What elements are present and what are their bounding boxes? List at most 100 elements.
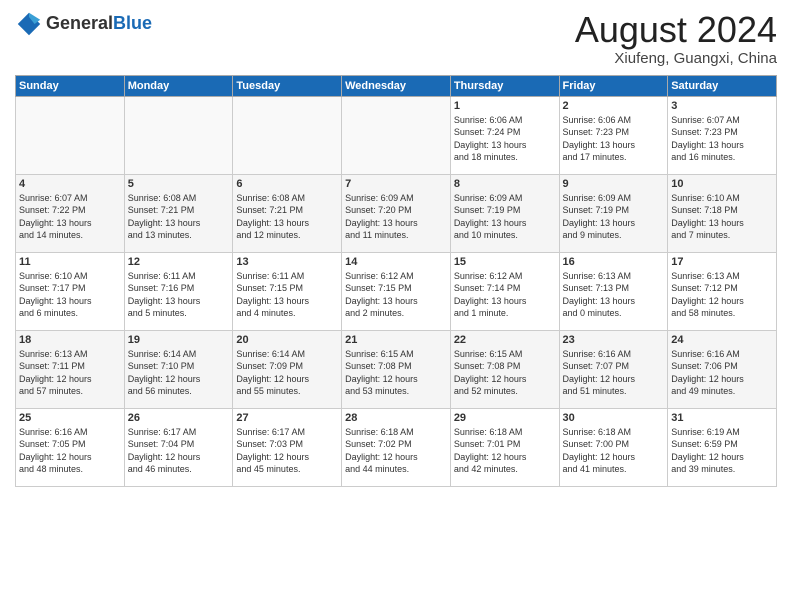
day-cell: 30 Sunrise: 6:18 AM Sunset: 7:00 PM Dayli… xyxy=(559,408,668,486)
day-info: Sunrise: 6:14 AM Sunset: 7:10 PM Dayligh… xyxy=(128,348,230,398)
header-day: Saturday xyxy=(668,75,777,96)
day-info: Sunrise: 6:19 AM Sunset: 6:59 PM Dayligh… xyxy=(671,426,773,476)
day-info: Sunrise: 6:06 AM Sunset: 7:23 PM Dayligh… xyxy=(563,114,665,164)
day-number: 7 xyxy=(345,178,447,190)
day-cell xyxy=(233,96,342,174)
calendar-table: SundayMondayTuesdayWednesdayThursdayFrid… xyxy=(15,75,777,487)
day-cell: 28Sunrise: 6:18 AM Sunset: 7:02 PM Dayli… xyxy=(342,408,451,486)
day-cell: 14 Sunrise: 6:12 AM Sunset: 7:15 PM Dayli… xyxy=(342,252,451,330)
day-cell: 5Sunrise: 6:08 AM Sunset: 7:21 PM Daylig… xyxy=(124,174,233,252)
day-cell: 8 Sunrise: 6:09 AM Sunset: 7:19 PM Daylig… xyxy=(450,174,559,252)
day-cell: 17Sunrise: 6:13 AM Sunset: 7:12 PM Dayli… xyxy=(668,252,777,330)
day-info: Sunrise: 6:13 AM Sunset: 7:11 PM Dayligh… xyxy=(19,348,121,398)
day-cell: 2Sunrise: 6:06 AM Sunset: 7:23 PM Daylig… xyxy=(559,96,668,174)
day-cell: 10 Sunrise: 6:10 AM Sunset: 7:18 PM Dayli… xyxy=(668,174,777,252)
day-cell: 11Sunrise: 6:10 AM Sunset: 7:17 PM Dayli… xyxy=(16,252,125,330)
week-row: 25 Sunrise: 6:16 AM Sunset: 7:05 PM Dayli… xyxy=(16,408,777,486)
day-number: 21 xyxy=(345,334,447,346)
day-cell xyxy=(124,96,233,174)
day-info: Sunrise: 6:14 AM Sunset: 7:09 PM Dayligh… xyxy=(236,348,338,398)
week-row: 11Sunrise: 6:10 AM Sunset: 7:17 PM Dayli… xyxy=(16,252,777,330)
day-cell xyxy=(16,96,125,174)
week-row: 4 Sunrise: 6:07 AM Sunset: 7:22 PM Daylig… xyxy=(16,174,777,252)
day-number: 13 xyxy=(236,256,338,268)
day-cell: 3 Sunrise: 6:07 AM Sunset: 7:23 PM Daylig… xyxy=(668,96,777,174)
day-info: Sunrise: 6:10 AM Sunset: 7:18 PM Dayligh… xyxy=(671,192,773,242)
location-text: Xiufeng, Guangxi, China xyxy=(575,50,777,67)
day-number: 26 xyxy=(128,412,230,424)
day-cell: 4 Sunrise: 6:07 AM Sunset: 7:22 PM Daylig… xyxy=(16,174,125,252)
day-info: Sunrise: 6:18 AM Sunset: 7:01 PM Dayligh… xyxy=(454,426,556,476)
week-row: 18 Sunrise: 6:13 AM Sunset: 7:11 PM Dayli… xyxy=(16,330,777,408)
day-number: 28 xyxy=(345,412,447,424)
day-number: 6 xyxy=(236,178,338,190)
day-info: Sunrise: 6:16 AM Sunset: 7:07 PM Dayligh… xyxy=(563,348,665,398)
day-info: Sunrise: 6:09 AM Sunset: 7:19 PM Dayligh… xyxy=(454,192,556,242)
title-block: August 2024 Xiufeng, Guangxi, China xyxy=(575,10,777,67)
day-number: 4 xyxy=(19,178,121,190)
day-number: 22 xyxy=(454,334,556,346)
day-info: Sunrise: 6:16 AM Sunset: 7:05 PM Dayligh… xyxy=(19,426,121,476)
day-number: 25 xyxy=(19,412,121,424)
day-info: Sunrise: 6:15 AM Sunset: 7:08 PM Dayligh… xyxy=(345,348,447,398)
day-info: Sunrise: 6:18 AM Sunset: 7:00 PM Dayligh… xyxy=(563,426,665,476)
day-info: Sunrise: 6:11 AM Sunset: 7:16 PM Dayligh… xyxy=(128,270,230,320)
day-cell: 18 Sunrise: 6:13 AM Sunset: 7:11 PM Dayli… xyxy=(16,330,125,408)
day-number: 20 xyxy=(236,334,338,346)
day-number: 15 xyxy=(454,256,556,268)
day-info: Sunrise: 6:07 AM Sunset: 7:22 PM Dayligh… xyxy=(19,192,121,242)
calendar-container: GeneralBlue August 2024 Xiufeng, Guangxi… xyxy=(0,0,792,492)
day-info: Sunrise: 6:17 AM Sunset: 7:04 PM Dayligh… xyxy=(128,426,230,476)
day-cell: 9Sunrise: 6:09 AM Sunset: 7:19 PM Daylig… xyxy=(559,174,668,252)
day-cell: 13Sunrise: 6:11 AM Sunset: 7:15 PM Dayli… xyxy=(233,252,342,330)
day-number: 8 xyxy=(454,178,556,190)
day-number: 3 xyxy=(671,100,773,112)
day-info: Sunrise: 6:08 AM Sunset: 7:21 PM Dayligh… xyxy=(236,192,338,242)
day-info: Sunrise: 6:06 AM Sunset: 7:24 PM Dayligh… xyxy=(454,114,556,164)
day-number: 14 xyxy=(345,256,447,268)
day-cell: 6 Sunrise: 6:08 AM Sunset: 7:21 PM Daylig… xyxy=(233,174,342,252)
header-day: Wednesday xyxy=(342,75,451,96)
day-number: 27 xyxy=(236,412,338,424)
day-info: Sunrise: 6:12 AM Sunset: 7:14 PM Dayligh… xyxy=(454,270,556,320)
day-number: 30 xyxy=(563,412,665,424)
header-row: SundayMondayTuesdayWednesdayThursdayFrid… xyxy=(16,75,777,96)
day-cell: 20 Sunrise: 6:14 AM Sunset: 7:09 PM Dayli… xyxy=(233,330,342,408)
day-number: 24 xyxy=(671,334,773,346)
logo-icon xyxy=(15,10,43,38)
day-info: Sunrise: 6:10 AM Sunset: 7:17 PM Dayligh… xyxy=(19,270,121,320)
day-cell xyxy=(342,96,451,174)
day-info: Sunrise: 6:08 AM Sunset: 7:21 PM Dayligh… xyxy=(128,192,230,242)
day-number: 23 xyxy=(563,334,665,346)
day-info: Sunrise: 6:09 AM Sunset: 7:19 PM Dayligh… xyxy=(563,192,665,242)
logo-general-text: General xyxy=(46,13,113,33)
day-cell: 22Sunrise: 6:15 AM Sunset: 7:08 PM Dayli… xyxy=(450,330,559,408)
day-cell: 12Sunrise: 6:11 AM Sunset: 7:16 PM Dayli… xyxy=(124,252,233,330)
day-info: Sunrise: 6:13 AM Sunset: 7:13 PM Dayligh… xyxy=(563,270,665,320)
logo: GeneralBlue xyxy=(15,10,152,38)
header-day: Friday xyxy=(559,75,668,96)
header-day: Tuesday xyxy=(233,75,342,96)
header-day: Sunday xyxy=(16,75,125,96)
day-cell: 27 Sunrise: 6:17 AM Sunset: 7:03 PM Dayli… xyxy=(233,408,342,486)
day-cell: 29Sunrise: 6:18 AM Sunset: 7:01 PM Dayli… xyxy=(450,408,559,486)
day-cell: 23 Sunrise: 6:16 AM Sunset: 7:07 PM Dayli… xyxy=(559,330,668,408)
day-number: 18 xyxy=(19,334,121,346)
day-cell: 16 Sunrise: 6:13 AM Sunset: 7:13 PM Dayli… xyxy=(559,252,668,330)
day-number: 10 xyxy=(671,178,773,190)
day-cell: 24Sunrise: 6:16 AM Sunset: 7:06 PM Dayli… xyxy=(668,330,777,408)
day-info: Sunrise: 6:17 AM Sunset: 7:03 PM Dayligh… xyxy=(236,426,338,476)
header-day: Thursday xyxy=(450,75,559,96)
day-number: 1 xyxy=(454,100,556,112)
day-info: Sunrise: 6:12 AM Sunset: 7:15 PM Dayligh… xyxy=(345,270,447,320)
calendar-header: GeneralBlue August 2024 Xiufeng, Guangxi… xyxy=(15,10,777,67)
day-info: Sunrise: 6:07 AM Sunset: 7:23 PM Dayligh… xyxy=(671,114,773,164)
header-day: Monday xyxy=(124,75,233,96)
day-number: 16 xyxy=(563,256,665,268)
day-cell: 21 Sunrise: 6:15 AM Sunset: 7:08 PM Dayli… xyxy=(342,330,451,408)
day-info: Sunrise: 6:13 AM Sunset: 7:12 PM Dayligh… xyxy=(671,270,773,320)
day-cell: 15 Sunrise: 6:12 AM Sunset: 7:14 PM Dayli… xyxy=(450,252,559,330)
day-cell: 25 Sunrise: 6:16 AM Sunset: 7:05 PM Dayli… xyxy=(16,408,125,486)
day-cell: 7Sunrise: 6:09 AM Sunset: 7:20 PM Daylig… xyxy=(342,174,451,252)
day-cell: 31Sunrise: 6:19 AM Sunset: 6:59 PM Dayli… xyxy=(668,408,777,486)
